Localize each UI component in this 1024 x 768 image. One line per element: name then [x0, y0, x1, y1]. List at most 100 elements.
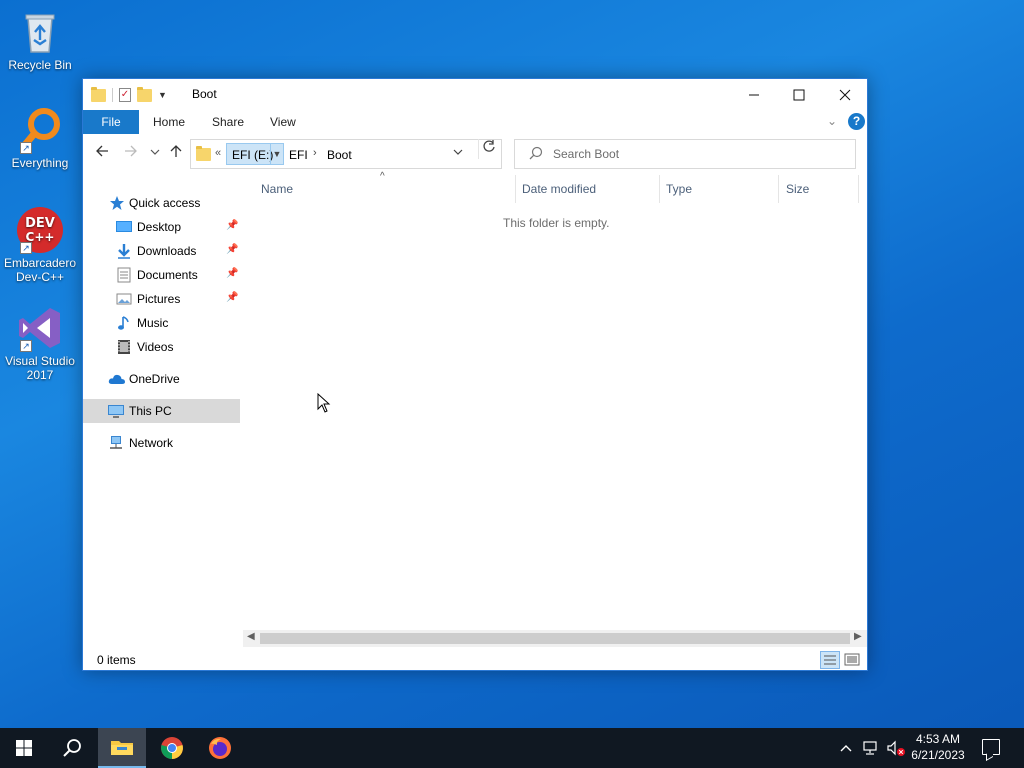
- ribbon-tabs: File Home Share View ⌄ ?: [83, 110, 867, 135]
- volume-button[interactable]: [886, 739, 906, 757]
- network-disconnected-icon: [863, 741, 877, 755]
- taskbar-firefox[interactable]: [196, 728, 244, 768]
- breadcrumb-label: EFI (E:): [232, 148, 274, 162]
- help-icon[interactable]: ?: [848, 113, 865, 130]
- forward-button[interactable]: [121, 144, 141, 164]
- start-icon: [16, 740, 32, 756]
- tab-home[interactable]: Home: [153, 110, 185, 134]
- desktop-icon-label: Embarcadero Dev-C++: [3, 256, 77, 284]
- system-clock[interactable]: 4:53 AM 6/21/2023: [906, 731, 970, 763]
- breadcrumb-efi[interactable]: EFI: [289, 148, 308, 162]
- nav-item-downloads[interactable]: Downloads 📌: [83, 239, 240, 263]
- scroll-left-icon[interactable]: ◀: [247, 631, 255, 642]
- chevron-down-icon[interactable]: ▼: [270, 144, 283, 164]
- column-header-date-modified[interactable]: Date modified: [522, 175, 596, 203]
- breadcrumb-separator[interactable]: ›: [313, 147, 317, 159]
- pin-icon[interactable]: 📌: [226, 220, 238, 231]
- nav-item-label: Network: [129, 436, 174, 450]
- chrome-icon: [161, 737, 183, 759]
- column-divider[interactable]: [515, 175, 516, 203]
- address-history-dropdown[interactable]: [453, 147, 463, 159]
- nav-item-videos[interactable]: Videos: [83, 335, 240, 359]
- tab-view[interactable]: View: [270, 110, 296, 134]
- recent-locations-button[interactable]: [145, 144, 165, 164]
- title-bar[interactable]: ✓ ▼ Boot: [83, 79, 867, 110]
- breadcrumb-boot[interactable]: Boot: [327, 148, 352, 162]
- search-input[interactable]: [553, 145, 843, 163]
- recycle-bin-icon: [16, 8, 64, 56]
- refresh-button[interactable]: [478, 139, 498, 159]
- mouse-cursor-icon: [317, 393, 331, 413]
- network-status-button[interactable]: [862, 739, 880, 757]
- details-view-icon: [824, 655, 836, 665]
- back-arrow-icon: [96, 145, 108, 157]
- back-button[interactable]: [92, 144, 112, 164]
- scroll-right-icon[interactable]: ▶: [854, 631, 862, 642]
- taskbar-search-button[interactable]: [48, 728, 96, 768]
- horizontal-scrollbar[interactable]: ◀ ▶: [243, 630, 867, 647]
- new-folder-icon[interactable]: [137, 86, 152, 102]
- column-header-name[interactable]: Name: [261, 175, 293, 203]
- address-overflow[interactable]: «: [215, 147, 221, 159]
- pin-icon[interactable]: 📌: [226, 292, 238, 303]
- column-header-size[interactable]: Size: [786, 175, 809, 203]
- tab-share[interactable]: Share: [212, 110, 244, 134]
- video-icon: [116, 339, 132, 355]
- column-header-type[interactable]: Type: [666, 175, 692, 203]
- empty-folder-message: This folder is empty.: [503, 216, 610, 230]
- desktop-icon-everything[interactable]: ↗ Everything: [2, 106, 78, 170]
- up-button[interactable]: [166, 144, 186, 164]
- show-hidden-icons-button[interactable]: [839, 739, 853, 757]
- nav-item-this-pc[interactable]: This PC: [83, 399, 240, 423]
- search-icon: [529, 146, 543, 163]
- desktop-icon-visual-studio[interactable]: ↗ Visual Studio 2017: [2, 304, 78, 382]
- folder-icon: [91, 86, 106, 102]
- expand-ribbon-icon[interactable]: ⌄: [827, 114, 837, 128]
- nav-item-onedrive[interactable]: OneDrive: [83, 367, 240, 391]
- refresh-icon: [482, 140, 495, 152]
- column-divider[interactable]: [858, 175, 859, 203]
- nav-item-music[interactable]: Music: [83, 311, 240, 335]
- search-icon: [63, 739, 81, 757]
- address-bar[interactable]: « EFI (E:) ▼ EFI › Boot: [190, 139, 502, 169]
- customize-toolbar-icon[interactable]: ▼: [158, 90, 167, 100]
- nav-item-network[interactable]: Network: [83, 431, 240, 455]
- tab-file[interactable]: File: [83, 110, 139, 134]
- nav-item-desktop[interactable]: Desktop 📌: [83, 215, 240, 239]
- scrollbar-thumb[interactable]: [260, 633, 850, 644]
- taskbar-chrome[interactable]: [148, 728, 196, 768]
- close-button[interactable]: [822, 79, 868, 110]
- desktop-icon-devcpp[interactable]: DEV C++ ↗ Embarcadero Dev-C++: [2, 206, 78, 284]
- breadcrumb-efi-drive[interactable]: EFI (E:) ▼: [226, 143, 284, 165]
- shortcut-arrow-icon: ↗: [20, 340, 32, 352]
- properties-icon[interactable]: ✓: [119, 88, 131, 102]
- file-explorer-icon: [111, 741, 133, 755]
- taskbar-file-explorer[interactable]: [98, 728, 146, 768]
- sort-ascending-icon: ^: [380, 171, 385, 182]
- nav-item-label: Videos: [137, 340, 174, 354]
- file-explorer-window: ✓ ▼ Boot File Home Share View ⌄ ? « EFI …: [82, 78, 868, 671]
- pin-icon[interactable]: 📌: [226, 244, 238, 255]
- nav-item-quick-access[interactable]: Quick access: [83, 191, 240, 215]
- column-divider[interactable]: [778, 175, 779, 203]
- search-box[interactable]: [514, 139, 856, 169]
- nav-item-pictures[interactable]: Pictures 📌: [83, 287, 240, 311]
- action-center-icon[interactable]: [982, 739, 1000, 755]
- column-divider[interactable]: [659, 175, 660, 203]
- onedrive-icon: [108, 371, 125, 387]
- nav-item-label: OneDrive: [129, 372, 180, 386]
- desktop-icon-recycle-bin[interactable]: Recycle Bin: [2, 8, 78, 72]
- nav-item-documents[interactable]: Documents 📌: [83, 263, 240, 287]
- pin-icon[interactable]: 📌: [226, 268, 238, 279]
- desktop-icon-label: Everything: [11, 156, 69, 170]
- quick-access-toolbar: ✓ ▼: [91, 86, 167, 104]
- close-icon: [839, 89, 851, 100]
- start-button[interactable]: [0, 728, 48, 768]
- clock-date: 6/21/2023: [911, 748, 965, 762]
- details-view-button[interactable]: [820, 651, 840, 669]
- nav-item-label: This PC: [129, 404, 172, 418]
- chevron-down-icon: [453, 149, 463, 155]
- minimize-button[interactable]: [731, 79, 777, 110]
- maximize-button[interactable]: [776, 79, 822, 110]
- large-icons-view-button[interactable]: [843, 652, 861, 668]
